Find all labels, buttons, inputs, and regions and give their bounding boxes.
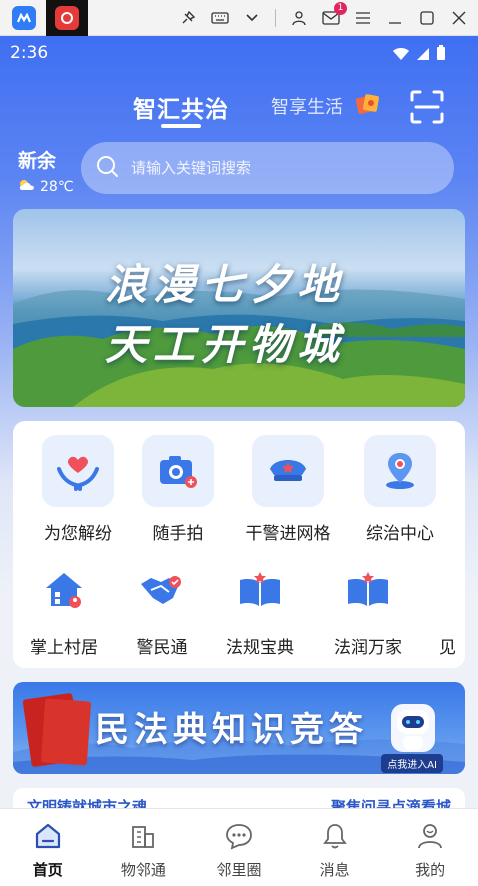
- service-label: 法规宝典: [226, 638, 294, 658]
- search-input[interactable]: [131, 159, 411, 177]
- active-tab-indicator: [161, 124, 201, 128]
- battery-icon: [436, 45, 446, 66]
- service-ganjing-jin-wangge[interactable]: 干警进网格: [233, 435, 343, 544]
- service-label: 掌上村居: [30, 638, 98, 658]
- bell-icon: [322, 824, 347, 849]
- banner-line-2: 天工开物城: [105, 320, 346, 369]
- service-label: 法润万家: [334, 638, 402, 658]
- titlebar-divider: [275, 9, 276, 27]
- temperature: 28℃: [40, 179, 74, 195]
- scan-icon[interactable]: [410, 90, 444, 124]
- close-icon[interactable]: [450, 9, 468, 27]
- handshake-icon: [126, 559, 198, 621]
- banner-line-1: 浪漫七夕地: [105, 260, 346, 309]
- service-label: 警民通: [136, 638, 188, 658]
- account-icon[interactable]: [290, 9, 308, 27]
- user-icon: [418, 824, 443, 849]
- nav-label: 邻里圈: [216, 861, 262, 879]
- heart-hands-icon: [42, 435, 114, 507]
- service-fagui-baodian[interactable]: 法规宝典: [205, 559, 315, 658]
- nav-label: 物邻通: [120, 861, 166, 879]
- police-cap-icon: [252, 435, 324, 507]
- chevron-down-icon[interactable]: [243, 9, 261, 27]
- service-partial[interactable]: 见: [415, 559, 465, 658]
- bottom-nav: 首页 物邻通 邻里圈 消息 我的: [0, 808, 478, 886]
- nav-linliquan[interactable]: 邻里圈: [191, 809, 287, 886]
- house-icon: [28, 559, 100, 621]
- cloudy-icon: [18, 179, 36, 195]
- service-jingmin-tong[interactable]: 警民通: [107, 559, 217, 658]
- service-label: 见: [439, 638, 456, 658]
- promo-title: 民法典知识竞答: [95, 710, 368, 750]
- home-icon: [35, 823, 60, 849]
- app-tab[interactable]: [46, 0, 88, 36]
- nav-home[interactable]: 首页: [0, 809, 96, 886]
- location-weather[interactable]: 新余 28℃: [18, 146, 74, 195]
- enter-ai-button[interactable]: 点我进入AI: [381, 754, 443, 773]
- promo-banner[interactable]: 民法典知识竞答 点我进入AI: [13, 682, 465, 774]
- search-bar[interactable]: [81, 142, 454, 194]
- search-icon: [95, 154, 119, 182]
- camera-icon: [142, 435, 214, 507]
- service-label: 综治中心: [366, 524, 434, 544]
- tab-zhixiang-shenghuo[interactable]: 智享生活: [271, 93, 343, 119]
- top-banner[interactable]: 浪漫七夕地 天工开物城: [13, 209, 465, 407]
- menu-icon[interactable]: [354, 9, 372, 27]
- service-label: 随手拍: [152, 524, 204, 544]
- keyboard-icon[interactable]: [211, 9, 229, 27]
- service-zhangshang-cunju[interactable]: 掌上村居: [9, 559, 119, 658]
- nav-mine[interactable]: 我的: [382, 809, 478, 886]
- maximize-icon[interactable]: [418, 9, 436, 27]
- building-icon: [132, 826, 155, 848]
- status-time: 2:36: [10, 43, 49, 63]
- nav-label: 首页: [32, 861, 63, 879]
- location-pin-icon: [364, 435, 436, 507]
- mail-badge: 1: [334, 2, 347, 15]
- service-label: 为您解纷: [44, 524, 112, 544]
- service-farun-wanjia[interactable]: 法润万家: [313, 559, 423, 658]
- law-book-icon: [224, 559, 296, 621]
- nav-messages[interactable]: 消息: [287, 809, 383, 886]
- law-book-icon: [332, 559, 404, 621]
- minimize-icon[interactable]: [386, 9, 404, 27]
- city-name: 新余: [18, 150, 57, 172]
- signal-icon: [416, 46, 430, 66]
- service-suishoupai[interactable]: 随手拍: [123, 435, 233, 544]
- app-launcher-icon[interactable]: [12, 5, 36, 30]
- nav-wulintong[interactable]: 物邻通: [96, 809, 192, 886]
- tab-zhihui-gongzhi[interactable]: 智汇共治: [133, 90, 229, 124]
- service-label: 干警进网格: [245, 524, 331, 544]
- mail-icon[interactable]: 1: [322, 2, 347, 27]
- top-tabs: 智汇共治 智享生活: [0, 90, 478, 130]
- service-weinin-jiefen[interactable]: 为您解纷: [23, 435, 133, 544]
- service-zongzhi-zhongxin[interactable]: 综治中心: [345, 435, 455, 544]
- status-bar: 2:36: [0, 36, 478, 70]
- pin-icon[interactable]: [179, 9, 197, 27]
- wifi-icon: [392, 46, 410, 66]
- services-grid: 为您解纷 随手拍 干警进网格 综治中心 掌上村居 警民通 法规宝典 法润万家 见: [13, 421, 465, 668]
- chat-icon: [226, 824, 252, 850]
- app-logo-icon: [55, 5, 79, 30]
- nav-label: 消息: [319, 861, 350, 879]
- ai-robot-icon: [391, 704, 435, 752]
- civil-code-book-icon: [40, 698, 92, 766]
- window-titlebar: 1: [0, 0, 478, 36]
- coupon-icon[interactable]: [355, 92, 381, 120]
- nav-label: 我的: [415, 861, 446, 879]
